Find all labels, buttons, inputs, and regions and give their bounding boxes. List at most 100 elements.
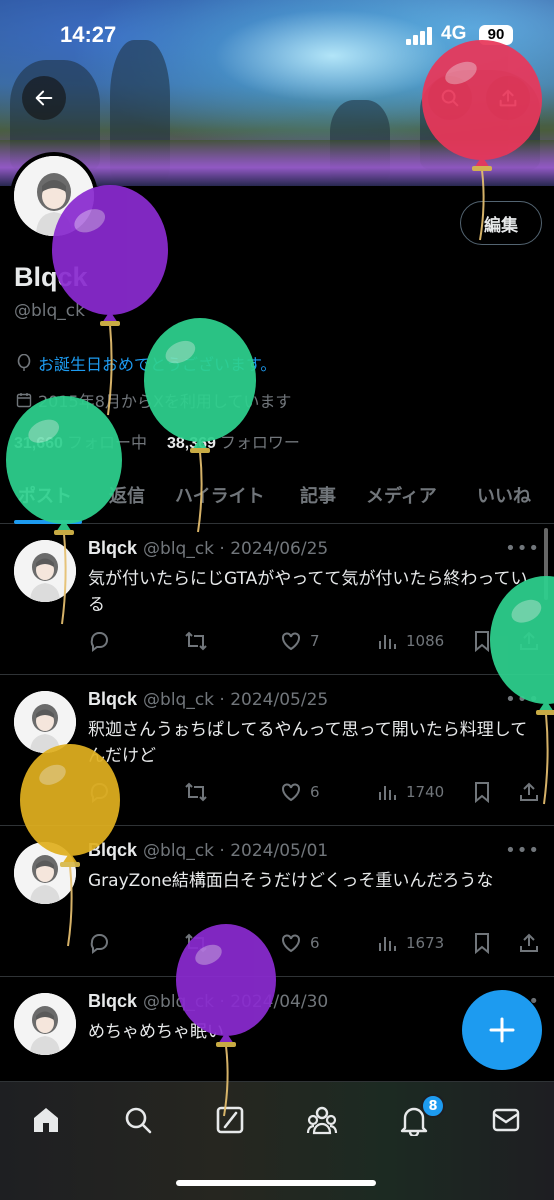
calendar-icon bbox=[16, 393, 32, 408]
tab-highlights[interactable]: ハイライト bbox=[175, 482, 265, 508]
post-author-name[interactable]: Blqck bbox=[88, 991, 137, 1011]
avatar-illustration bbox=[14, 993, 76, 1055]
status-time: 14:27 bbox=[60, 22, 117, 47]
nav-home[interactable] bbox=[26, 1100, 66, 1140]
more-options-icon[interactable]: ••• bbox=[505, 689, 540, 710]
edit-profile-button[interactable]: 編集 bbox=[460, 201, 542, 245]
nav-communities[interactable] bbox=[302, 1100, 342, 1140]
tab-posts[interactable]: ポスト bbox=[18, 482, 72, 508]
signal-icon bbox=[406, 27, 434, 45]
bookmark-button[interactable] bbox=[472, 781, 492, 803]
views-button[interactable]: 1086 bbox=[376, 630, 444, 652]
post-avatar[interactable] bbox=[14, 842, 76, 904]
reply-button[interactable] bbox=[88, 781, 118, 803]
more-options-icon[interactable]: ••• bbox=[505, 538, 540, 559]
like-button[interactable]: 6 bbox=[280, 932, 320, 954]
followers-count: 38,369 bbox=[166, 435, 216, 452]
post-actions: 6 1740 bbox=[88, 781, 544, 807]
post-meta: Blqck @blq_ck · 2024/06/25 bbox=[88, 538, 328, 559]
post-author-name[interactable]: Blqck bbox=[88, 840, 137, 860]
joined-text: 2015年8月からXを利用しています bbox=[38, 392, 292, 411]
nav-messages[interactable] bbox=[486, 1100, 526, 1140]
post-meta: Blqck @blq_ck · 2024/05/25 bbox=[88, 689, 328, 710]
heart-icon bbox=[282, 934, 300, 953]
followers-link[interactable]: 38,369 フォロワー bbox=[167, 429, 300, 453]
post-text: GrayZone結構面白そうだけどくっそ重いんだろうな bbox=[88, 871, 494, 891]
repost-icon bbox=[185, 631, 207, 651]
messages-icon bbox=[492, 1108, 520, 1132]
post-meta: Blqck @blq_ck · 2024/04/30 bbox=[88, 991, 328, 1012]
share-icon bbox=[520, 933, 538, 952]
post-meta: Blqck @blq_ck · 2024/05/01 bbox=[88, 840, 328, 861]
share-button[interactable] bbox=[486, 76, 530, 120]
post-handle-date: @blq_ck · 2024/06/25 bbox=[143, 539, 329, 559]
heart-icon bbox=[282, 632, 300, 651]
balloon-icon bbox=[17, 354, 31, 371]
share-post-button[interactable] bbox=[518, 781, 540, 803]
bookmark-icon bbox=[475, 782, 489, 803]
post-item[interactable]: Blqck @blq_ck · 2024/05/01 ••• GrayZone結構… bbox=[0, 826, 554, 977]
following-link[interactable]: 31,660 フォロー中 bbox=[14, 429, 147, 453]
like-button[interactable]: 7 bbox=[280, 630, 320, 652]
post-item[interactable]: Blqck @blq_ck · 2024/05/25 ••• 釈迦さんうぉちぱして… bbox=[0, 675, 554, 826]
share-post-button[interactable] bbox=[518, 932, 540, 954]
plus-icon bbox=[489, 1017, 515, 1043]
battery-icon: 90 bbox=[479, 25, 513, 45]
post-item[interactable]: Blqck @blq_ck · 2024/06/25 ••• 気が付いたらにじGT… bbox=[0, 524, 554, 675]
compose-button[interactable] bbox=[462, 990, 542, 1070]
bookmark-icon bbox=[475, 933, 489, 954]
home-indicator[interactable] bbox=[176, 1180, 376, 1186]
notification-badge: 8 bbox=[421, 1094, 445, 1118]
bookmark-button[interactable] bbox=[472, 630, 492, 652]
post-author-name[interactable]: Blqck bbox=[88, 538, 137, 558]
post-handle-date: @blq_ck · 2024/05/01 bbox=[143, 841, 329, 861]
reply-button[interactable] bbox=[88, 932, 118, 954]
birthday-line: お誕生日おめでとうございます。 bbox=[16, 351, 276, 375]
search-button[interactable] bbox=[428, 76, 472, 120]
repost-icon bbox=[185, 782, 207, 802]
post-avatar[interactable] bbox=[14, 540, 76, 602]
views-button[interactable]: 1740 bbox=[376, 781, 444, 803]
like-count: 6 bbox=[310, 783, 320, 801]
post-avatar[interactable] bbox=[14, 691, 76, 753]
tab-articles[interactable]: 記事 bbox=[300, 482, 336, 508]
views-button[interactable]: 1673 bbox=[376, 932, 444, 954]
heart-icon bbox=[282, 783, 300, 802]
scrollbar[interactable] bbox=[544, 528, 548, 600]
like-count: 6 bbox=[310, 934, 320, 952]
reply-button[interactable] bbox=[88, 630, 118, 652]
bookmark-button[interactable] bbox=[472, 932, 492, 954]
repost-button[interactable] bbox=[184, 630, 216, 652]
reply-icon bbox=[90, 934, 108, 954]
arrow-left-icon bbox=[35, 90, 53, 106]
profile-avatar[interactable] bbox=[10, 152, 98, 240]
share-icon bbox=[520, 782, 538, 801]
share-post-button[interactable] bbox=[518, 630, 540, 652]
avatar-illustration bbox=[14, 842, 76, 904]
view-count: 1740 bbox=[406, 783, 445, 801]
more-options-icon[interactable]: ••• bbox=[505, 840, 540, 861]
followers-label: フォロワー bbox=[219, 433, 300, 452]
avatar-illustration bbox=[14, 691, 76, 753]
post-avatar[interactable] bbox=[14, 993, 76, 1055]
nav-search[interactable] bbox=[118, 1100, 158, 1140]
tab-replies[interactable]: 返信 bbox=[109, 482, 145, 508]
views-icon bbox=[379, 635, 396, 649]
birthday-text[interactable]: お誕生日おめでとうございます。 bbox=[38, 351, 276, 375]
reply-icon bbox=[90, 632, 108, 652]
repost-button[interactable] bbox=[184, 781, 216, 803]
tab-media[interactable]: メディア bbox=[366, 482, 437, 508]
post-actions: 7 1086 bbox=[88, 630, 544, 656]
share-icon bbox=[520, 631, 538, 650]
like-button[interactable]: 6 bbox=[280, 781, 320, 803]
search-icon bbox=[125, 1107, 152, 1134]
bookmark-icon bbox=[475, 631, 489, 652]
profile-name: Blqck bbox=[14, 262, 88, 292]
post-text: 気が付いたらにじGTAがやってて気が付いたら終わっている bbox=[88, 569, 528, 615]
nav-grok[interactable] bbox=[210, 1100, 250, 1140]
back-button[interactable] bbox=[22, 76, 66, 120]
repost-button[interactable] bbox=[184, 932, 216, 954]
tab-likes[interactable]: いいね bbox=[477, 482, 531, 508]
avatar-illustration bbox=[14, 156, 94, 236]
post-author-name[interactable]: Blqck bbox=[88, 689, 137, 709]
